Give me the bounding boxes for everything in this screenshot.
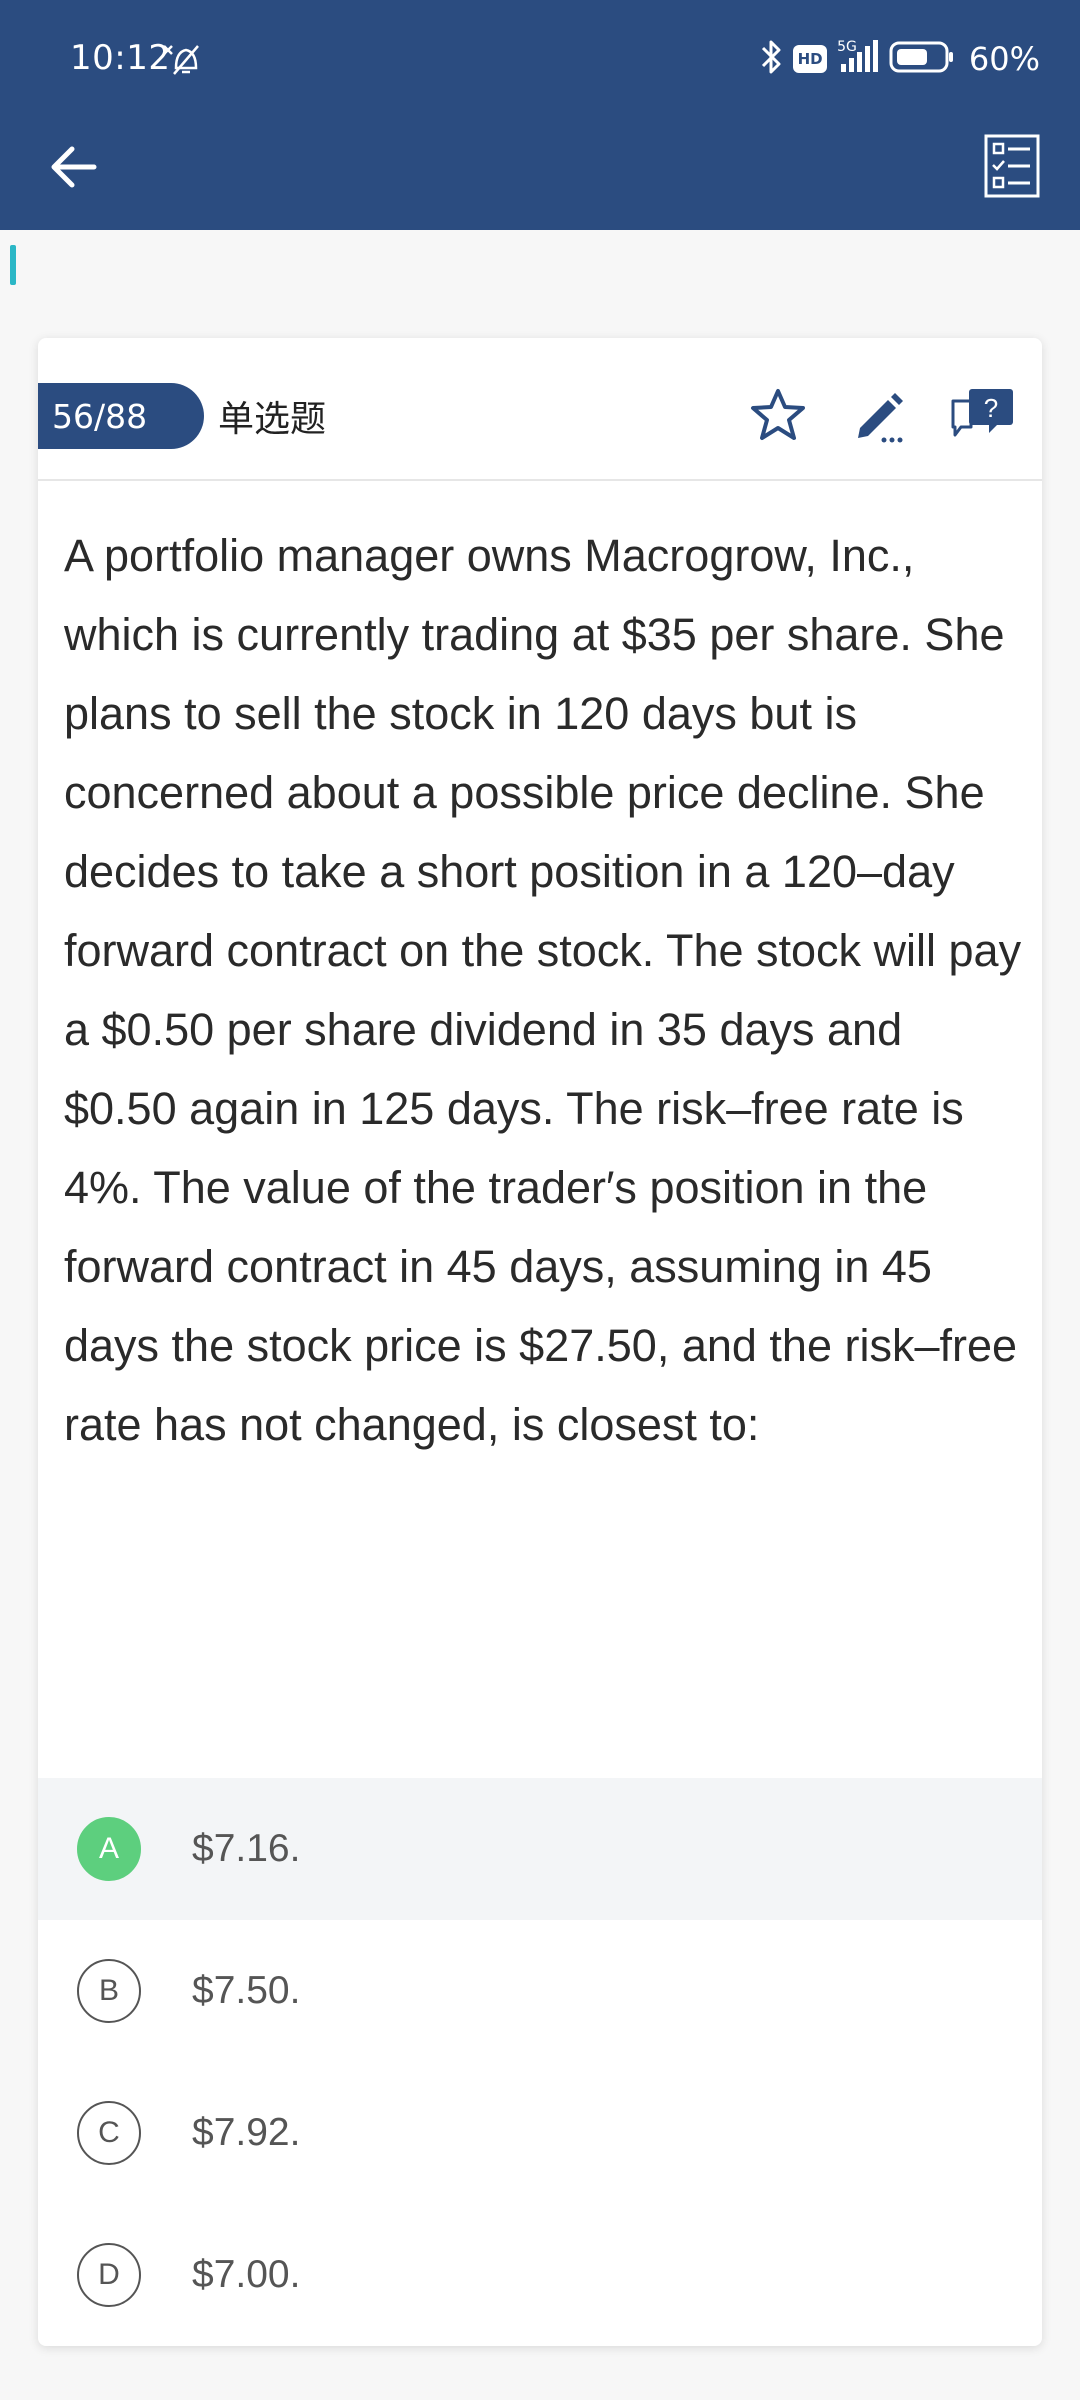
option-d[interactable]: D $7.00. [38,2204,1042,2346]
answer-sheet-button[interactable] [974,128,1050,204]
alarm-off-icon [158,40,204,78]
option-letter: D [77,2243,141,2307]
question-header: 56/88 单选题 ? [38,338,1042,481]
question-type: 单选题 [218,399,327,440]
option-letter: B [77,1959,141,2023]
help-chat-icon: ? [951,389,1013,437]
network-type: 5G [837,39,857,55]
option-letter: C [77,2101,141,2165]
note-button[interactable] [844,380,914,450]
star-icon [751,389,805,440]
option-text: $7.92. [192,2111,301,2154]
arrow-left-icon [51,146,97,188]
option-text: $7.50. [192,1969,301,2012]
option-text: $7.16. [192,1827,301,1870]
battery-icon [889,40,955,78]
question-card: 56/88 单选题 ? A portfolio manager owns Mac… [38,338,1042,2346]
favorite-button[interactable] [743,380,813,450]
option-letter: A [77,1817,141,1881]
question-counter: 56/88 [38,383,204,449]
progress-indicator [10,245,16,285]
app-header: 10:12 HD 5G 60% [0,0,1080,230]
checklist-icon [984,134,1040,198]
status-time: 10:12 [70,38,171,78]
bluetooth-icon [759,37,783,81]
hd-badge: HD [793,45,828,73]
question-text: A portfolio manager owns Macrogrow, Inc.… [64,530,1022,1450]
svg-text:?: ? [984,393,998,423]
status-right-group: HD 5G 60% [759,36,1040,82]
option-a[interactable]: A $7.16. [38,1778,1042,1920]
option-b[interactable]: B $7.50. [38,1920,1042,2062]
status-bar: 10:12 HD 5G 60% [0,0,1080,120]
battery-percent: 60% [968,40,1040,78]
option-c[interactable]: C $7.92. [38,2062,1042,2204]
nav-bar [0,120,1080,230]
back-button[interactable] [40,134,106,200]
option-text: $7.00. [192,2253,301,2296]
question-feedback-button[interactable]: ? [948,380,1018,450]
pencil-icon [858,393,903,443]
